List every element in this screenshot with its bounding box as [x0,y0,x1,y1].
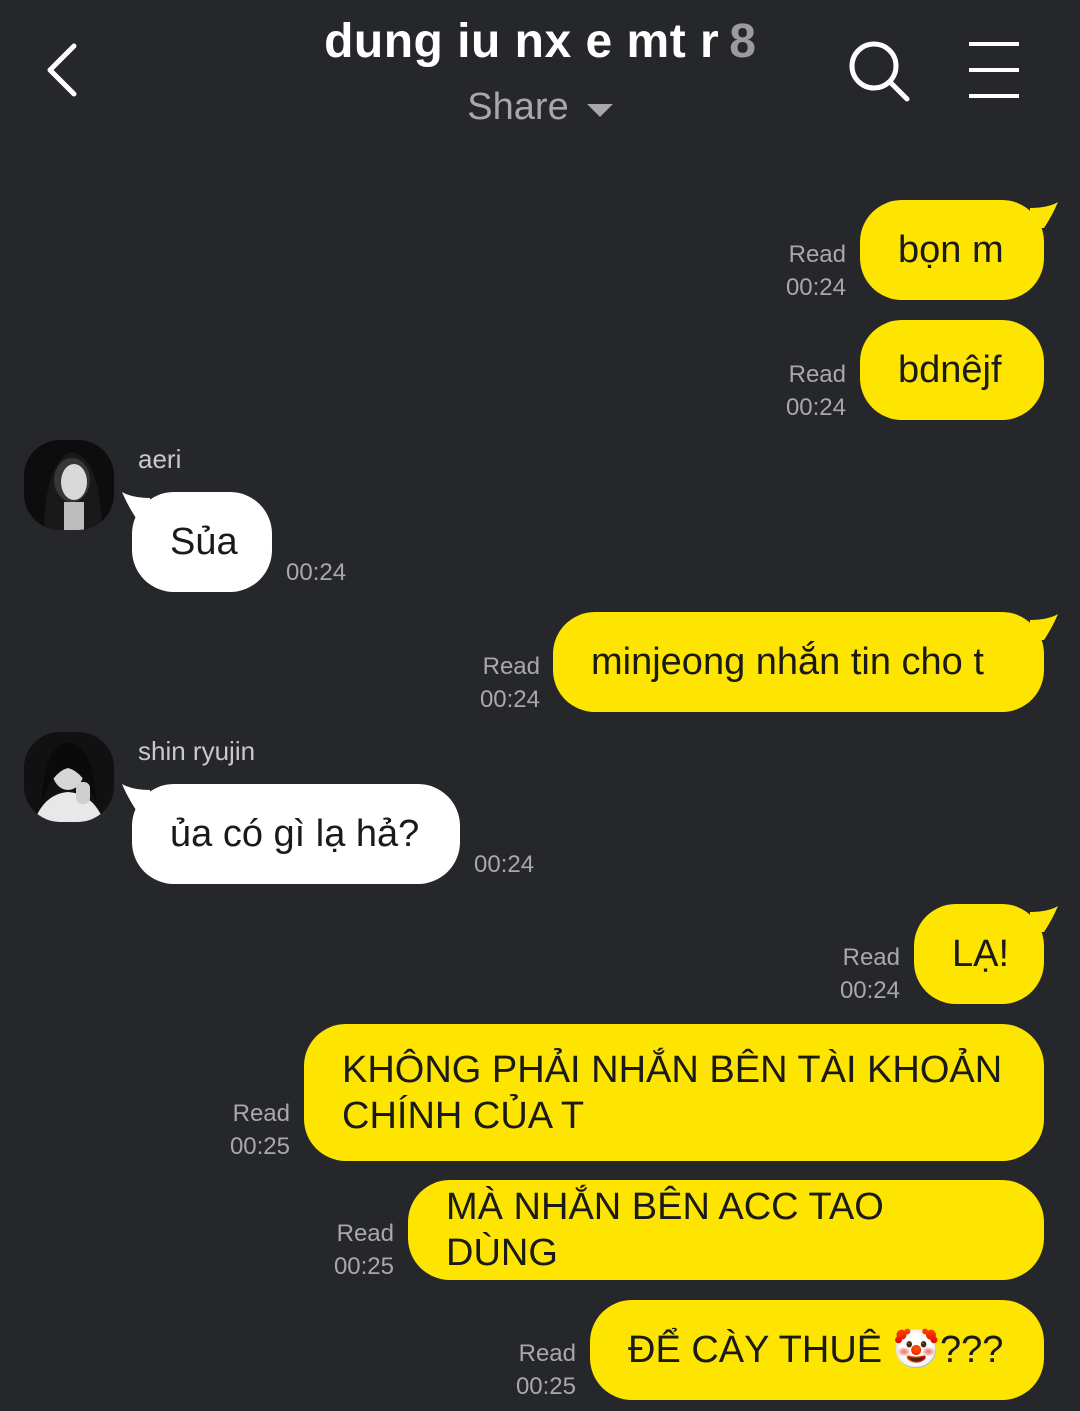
message-text: bdnêjf [898,349,1002,391]
message-text: minjeong nhắn tin cho t [591,641,984,683]
message-bubble-incoming[interactable]: ủa có gì lạ hả? [132,784,460,884]
read-status: Read [232,1100,290,1127]
member-count: 8 [729,15,756,68]
message-time: 00:25 [229,1133,290,1160]
read-status: Read [788,241,846,268]
sender-name: aeri [138,444,182,474]
message-bubble-outgoing[interactable]: minjeong nhắn tin cho t [553,612,1044,712]
read-status: Read [788,361,846,388]
message-text: bọn m [898,229,1004,271]
caret-down-icon [586,104,613,118]
message-time: 00:25 [333,1253,394,1280]
chat-header: dung iu nx e mt r8 Share [0,0,1080,150]
share-label: Share [467,86,569,128]
message-bubble-outgoing[interactable]: LẠ! [914,904,1044,1004]
message-meta: Read 00:24 [740,238,846,304]
message-text: Sủa [170,521,238,563]
read-status: Read [482,653,540,680]
search-icon [849,41,910,102]
bubble-tail [1030,906,1058,932]
message-text: ĐỂ CÀY THUÊ 🤡??? [628,1329,1004,1371]
avatar-photo [24,732,114,822]
bubble-tail [1030,202,1058,228]
chat-title: dung iu nx e mt r [324,15,720,68]
message-meta: Read 00:24 [794,941,900,1007]
message-text: LẠ! [952,933,1010,975]
message-bubble-outgoing[interactable]: MÀ NHẮN BÊN ACC TAO DÙNG [408,1180,1044,1280]
message-text: ủa có gì lạ hả? [170,813,420,855]
menu-icon [969,42,1019,98]
message-meta: Read 00:25 [470,1337,576,1403]
menu-button[interactable] [966,40,1022,100]
message-meta: Read 00:25 [288,1217,394,1283]
read-status: Read [842,944,900,971]
message-text: MÀ NHẮN BÊN ACC TAO DÙNG [446,1186,884,1274]
message-time: 00:24 [839,977,900,1004]
avatar-photo [24,440,114,530]
avatar[interactable] [24,732,114,822]
message-bubble-outgoing[interactable]: KHÔNG PHẢI NHẮN BÊN TÀI KHOẢN CHÍNH CỦA … [304,1024,1044,1161]
message-time: 00:24 [286,559,347,586]
message-time: 00:24 [474,851,535,878]
message-time: 00:24 [479,686,540,713]
message-bubble-incoming[interactable]: Sủa [132,492,272,592]
message-bubble-outgoing[interactable]: ĐỂ CÀY THUÊ 🤡??? [590,1300,1044,1400]
message-time: 00:25 [515,1373,576,1400]
read-status: Read [518,1340,576,1367]
message-time: 00:24 [785,274,846,301]
share-dropdown[interactable]: Share [0,86,1080,129]
read-status: Read [336,1220,394,1247]
bubble-tail [1030,614,1058,640]
avatar[interactable] [24,440,114,530]
sender-name: shin ryujin [138,736,256,766]
message-bubble-outgoing[interactable]: bdnêjf [860,320,1044,420]
message-meta: Read 00:24 [740,358,846,424]
message-meta: Read 00:25 [184,1097,290,1163]
message-meta: Read 00:24 [434,650,540,716]
chat-title-area[interactable]: dung iu nx e mt r8 [0,14,1080,69]
message-bubble-outgoing[interactable]: bọn m [860,200,1044,300]
message-text: KHÔNG PHẢI NHẮN BÊN TÀI KHOẢN CHÍNH CỦA … [342,1048,1003,1137]
message-time: 00:24 [785,394,846,421]
search-button[interactable] [846,38,912,104]
